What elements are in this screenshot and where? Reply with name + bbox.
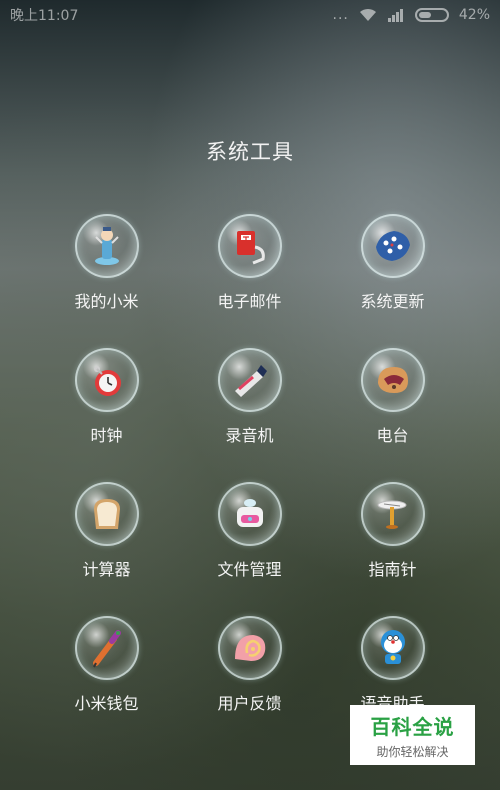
compass-icon bbox=[360, 482, 425, 546]
app-label: 指南针 bbox=[368, 560, 417, 579]
app-label: 我的小米 bbox=[74, 292, 139, 311]
app-label: 电台 bbox=[376, 426, 409, 445]
app-compass[interactable]: 指南针 bbox=[321, 482, 464, 616]
signal-icon bbox=[387, 9, 403, 22]
app-radio[interactable]: 电台 bbox=[321, 348, 464, 482]
app-label: 计算器 bbox=[82, 560, 131, 579]
app-my-mi[interactable]: 我的小米 bbox=[35, 214, 178, 348]
file-manager-icon bbox=[217, 482, 282, 546]
voice-assistant-icon bbox=[360, 616, 425, 680]
folder-title: 系统工具 bbox=[206, 140, 294, 164]
app-calculator[interactable]: 计算器 bbox=[35, 482, 178, 616]
watermark-logo: 百科全说 助你轻松解决 bbox=[350, 705, 475, 765]
status-icons: ... 42% bbox=[333, 7, 490, 23]
app-label: 系统更新 bbox=[360, 292, 425, 311]
app-label: 小米钱包 bbox=[74, 694, 139, 713]
app-file-manager[interactable]: 文件管理 bbox=[178, 482, 321, 616]
update-pillow-icon bbox=[360, 214, 425, 278]
app-system-update[interactable]: 系统更新 bbox=[321, 214, 464, 348]
radio-icon bbox=[360, 348, 425, 412]
recorder-icon bbox=[217, 348, 282, 412]
watermark-title: 百科全说 bbox=[370, 714, 455, 739]
wallet-icon bbox=[74, 616, 139, 680]
notification-dots: ... bbox=[332, 7, 349, 23]
app-label: 用户反馈 bbox=[217, 694, 282, 713]
wifi-icon bbox=[359, 8, 376, 21]
app-grid: 我的小米 电子邮件 系统更新 时钟 录音机 电台 计算器 文件管理 指南针 小米… bbox=[35, 214, 465, 750]
app-label: 文件管理 bbox=[217, 560, 282, 579]
battery-icon bbox=[414, 8, 449, 22]
battery-percent: 42% bbox=[458, 7, 490, 23]
status-time: 晚上11:07 bbox=[10, 8, 79, 24]
app-clock[interactable]: 时钟 bbox=[35, 348, 178, 482]
mailbox-icon bbox=[217, 214, 282, 278]
clock-icon bbox=[74, 348, 139, 412]
app-email[interactable]: 电子邮件 bbox=[178, 214, 321, 348]
calculator-bread-icon bbox=[74, 482, 139, 546]
app-user-feedback[interactable]: 用户反馈 bbox=[178, 616, 321, 750]
app-recorder[interactable]: 录音机 bbox=[178, 348, 321, 482]
app-label: 录音机 bbox=[225, 426, 274, 445]
app-label: 时钟 bbox=[90, 426, 123, 445]
feedback-icon bbox=[217, 616, 282, 680]
status-bar: 晚上11:07 ... 42% bbox=[0, 0, 500, 30]
mi-account-icon bbox=[74, 214, 139, 278]
watermark-subtitle: 助你轻松解决 bbox=[376, 744, 449, 759]
app-mi-wallet[interactable]: 小米钱包 bbox=[35, 616, 178, 750]
app-label: 电子邮件 bbox=[217, 292, 282, 311]
